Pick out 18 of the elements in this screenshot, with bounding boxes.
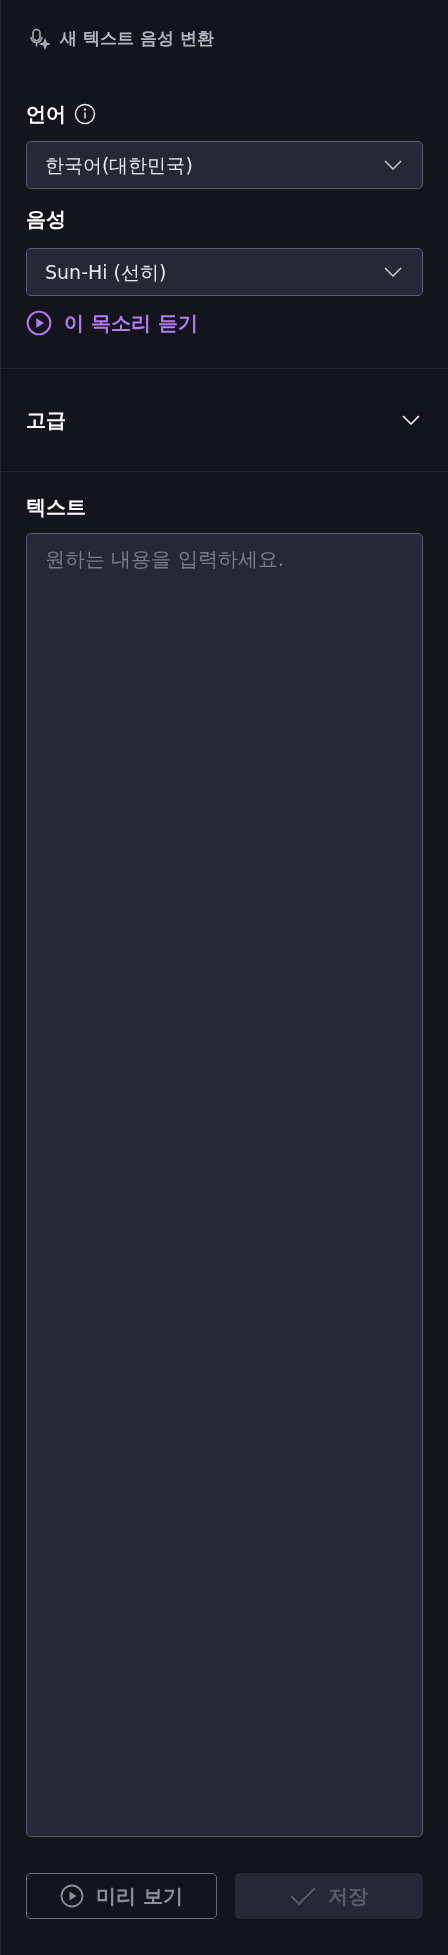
voice-label: 음성 bbox=[26, 206, 67, 233]
listen-voice-link[interactable]: 이 목소리 듣기 bbox=[26, 308, 198, 338]
chevron-icon bbox=[384, 267, 402, 277]
language-dropdown[interactable]: 한국어(대한민국) bbox=[26, 141, 423, 189]
checkmark-icon bbox=[289, 1886, 316, 1906]
info-icon[interactable] bbox=[74, 103, 96, 125]
text-label: 텍스트 bbox=[26, 494, 87, 521]
play-icon bbox=[59, 1884, 84, 1908]
microphone-sparkle-icon bbox=[30, 28, 50, 50]
play-icon bbox=[26, 310, 52, 336]
panel-title: 새 텍스트 음성 변환 bbox=[60, 27, 214, 51]
language-label: 언어 bbox=[26, 101, 66, 128]
advanced-section-toggle[interactable]: 고급 bbox=[1, 369, 448, 471]
chevron-icon bbox=[402, 415, 420, 425]
text-input-field[interactable]: 원하는 내용을 입력하세요. bbox=[26, 533, 423, 1837]
voice-dropdown[interactable]: Sun-Hi (선히) bbox=[26, 248, 423, 296]
chevron-icon bbox=[384, 160, 402, 170]
preview-button[interactable]: 미리 보기 bbox=[26, 1873, 217, 1919]
